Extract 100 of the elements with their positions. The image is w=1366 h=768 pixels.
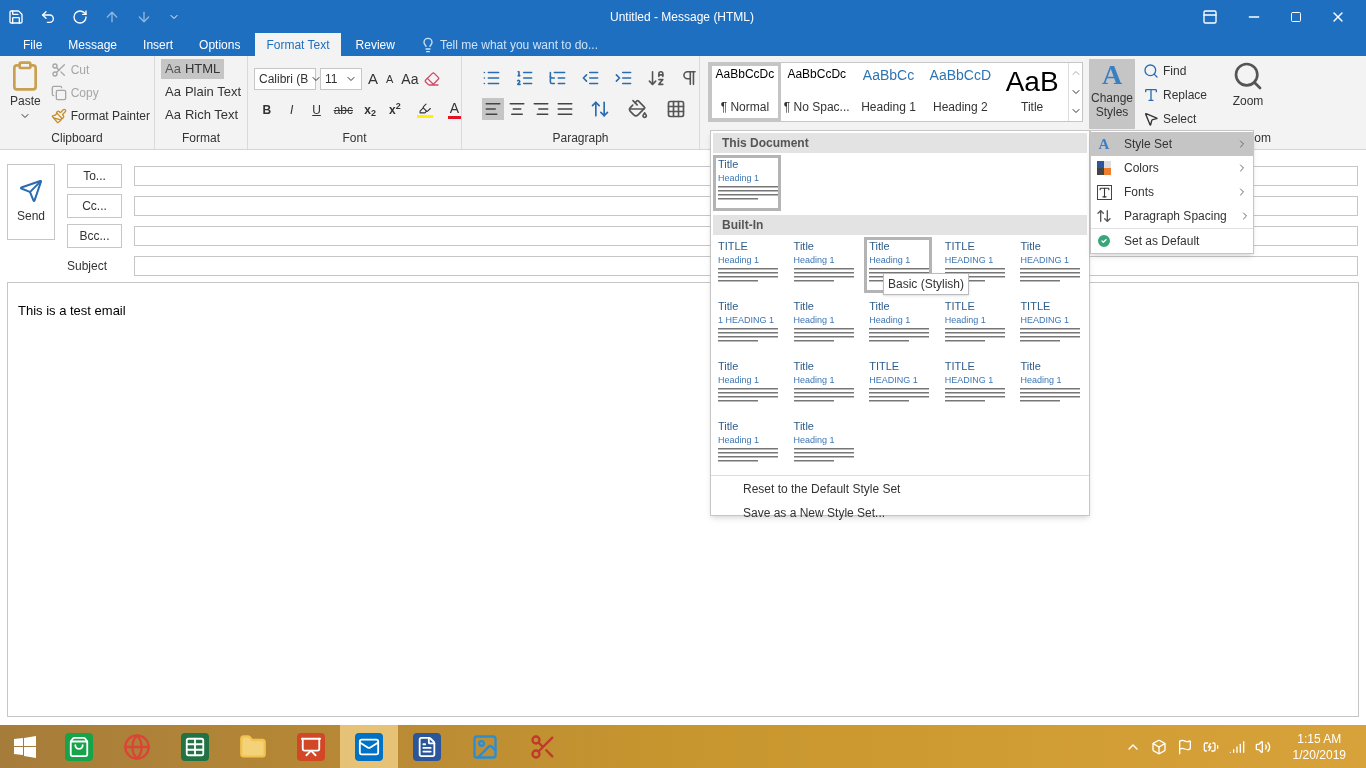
font-name-value: Calibri (B <box>259 71 309 89</box>
eraser-icon[interactable] <box>424 71 441 88</box>
group-label: Font <box>341 130 368 147</box>
thumbnail-title: Title <box>793 420 814 433</box>
style-item[interactable]: AaBbCcDc ¶ No Spac... <box>780 63 853 121</box>
flag-icon[interactable] <box>1176 738 1193 755</box>
shopping-bag-icon <box>65 732 93 761</box>
ribbon-tab[interactable]: Format Text <box>255 33 341 56</box>
style-item[interactable]: AaBbCcD Heading 2 <box>924 63 997 121</box>
font-style-button[interactable]: x$^{2}$ <box>384 100 406 119</box>
shrink-font-button[interactable]: A <box>384 71 396 88</box>
volume-icon[interactable] <box>1254 738 1271 755</box>
save-icon[interactable] <box>8 8 24 25</box>
recipient-button[interactable]: Bcc... <box>67 224 122 248</box>
thumbnail-heading: Heading 1 <box>869 315 911 326</box>
style-set-thumbnail[interactable]: TITLE HEADING 1 <box>939 357 1008 413</box>
start-icon[interactable] <box>14 735 36 758</box>
font-style-button[interactable]: I <box>280 100 303 119</box>
style-preview: AaB <box>1005 68 1059 96</box>
clipboard-button[interactable]: Format Painter <box>46 106 154 126</box>
box-icon[interactable] <box>1150 738 1167 755</box>
signal-icon[interactable] <box>1228 738 1245 755</box>
ribbon-tab[interactable]: File <box>12 33 54 56</box>
ribbon-tab[interactable]: Review <box>344 33 406 56</box>
recipient-button[interactable]: To... <box>67 164 122 188</box>
maximize-icon[interactable] <box>1290 10 1302 23</box>
thumbnail-title: TITLE <box>1020 300 1051 313</box>
change-case-button[interactable]: Aa <box>399 68 421 90</box>
style-preview: AaBbCcDc <box>715 68 775 80</box>
gallery-section-heading: This Document <box>713 133 1087 153</box>
style-set-thumbnail[interactable]: Title Heading 1 <box>713 357 781 413</box>
style-item[interactable]: AaBbCc Heading 1 <box>852 63 925 121</box>
style-set-thumbnail[interactable]: Title Heading 1 <box>788 357 857 413</box>
pilcrow-icon[interactable] <box>680 68 699 88</box>
style-item[interactable]: AaB Title <box>996 63 1069 121</box>
format-option[interactable]: Aa HTML <box>161 59 225 79</box>
color-squares-icon <box>1097 161 1111 175</box>
borders-icon[interactable] <box>666 99 686 119</box>
style-set-thumbnail[interactable]: Title Heading 1 <box>713 417 781 473</box>
thumbnail-title: Title <box>793 240 814 253</box>
align-icon[interactable] <box>482 98 504 120</box>
thumbnail-title: Title <box>718 420 739 433</box>
undo-icon[interactable] <box>40 8 56 25</box>
tell-me-field[interactable]: Tell me what you want to do... <box>439 35 598 54</box>
font-size-field[interactable]: 11 <box>320 68 362 91</box>
thumbnail-heading: HEADING 1 <box>1020 315 1069 326</box>
gallery-command[interactable]: Save as a New Style Set... <box>743 503 1089 523</box>
thumbnail-heading: Heading 1 <box>718 173 760 184</box>
paste-button[interactable]: Paste <box>8 60 43 129</box>
sort-icon[interactable] <box>647 68 666 88</box>
font-style-button[interactable]: abc <box>330 100 357 119</box>
send-button[interactable]: Send <box>7 164 55 240</box>
shading-icon[interactable] <box>628 99 648 119</box>
style-set-thumbnail[interactable]: Title Heading 1 <box>788 417 857 473</box>
thumbnail-heading: Heading 1 <box>869 255 911 266</box>
style-set-thumbnail[interactable]: TITLE HEADING 1 <box>1015 297 1084 353</box>
style-preview: AaBbCc <box>862 68 915 82</box>
ribbon-tab[interactable]: Insert <box>132 33 185 56</box>
style-set-thumbnail[interactable]: Title Heading 1 <box>1015 357 1084 413</box>
recipient-button[interactable]: Cc... <box>67 194 122 218</box>
font-style-button[interactable]: U <box>305 100 328 119</box>
menu-item[interactable]: Set as Default <box>1091 228 1253 252</box>
thumbnail-title: TITLE <box>944 300 975 313</box>
thumbnail-heading: Heading 1 <box>793 435 835 446</box>
menu-item[interactable]: Fonts <box>1091 180 1253 204</box>
font-style-button[interactable]: x$_{2}$ <box>359 100 381 119</box>
zoom-button[interactable]: Zoom <box>1232 56 1264 110</box>
style-set-thumbnail[interactable]: Title Heading 1 <box>788 297 857 353</box>
format-option[interactable]: Aa Plain Text <box>161 82 246 102</box>
editing-button[interactable]: Find <box>1143 60 1225 82</box>
thumbnail-heading: Heading 1 <box>944 315 986 326</box>
ribbon-display-icon[interactable] <box>1202 8 1218 25</box>
ribbon-tab[interactable]: Options <box>188 33 252 56</box>
editing-button[interactable]: Select <box>1143 108 1225 130</box>
font-style-button[interactable]: B <box>256 100 278 119</box>
style-set-thumbnail[interactable]: TITLE Heading 1 <box>939 297 1008 353</box>
spreadsheet-icon <box>181 732 209 761</box>
style-item[interactable]: AaBbCcDc ¶ Normal <box>709 63 781 121</box>
change-styles-button[interactable]: A Change Styles <box>1089 59 1135 129</box>
redo-icon[interactable] <box>72 8 88 25</box>
style-set-thumbnail[interactable]: Title 1 HEADING 1 <box>713 297 781 353</box>
line-spacing-icon[interactable] <box>590 99 610 119</box>
thumbnail-title: TITLE <box>944 240 975 253</box>
menu-item[interactable]: Paragraph Spacing <box>1091 204 1253 228</box>
gallery-command[interactable]: Reset to the Default Style Set <box>743 479 1089 499</box>
menu-item[interactable]: Colors <box>1091 156 1253 180</box>
editing-button[interactable]: Replace <box>1143 84 1225 106</box>
font-color-button[interactable]: A <box>447 100 462 119</box>
grow-font-button[interactable]: A <box>366 68 380 91</box>
thumbnail-heading: HEADING 1 <box>944 375 994 386</box>
format-option[interactable]: Aa Rich Text <box>161 105 243 125</box>
numbering-icon[interactable] <box>515 68 534 88</box>
taskbar-app[interactable] <box>340 725 398 768</box>
window-title: Untitled - Message (HTML) <box>610 8 755 26</box>
menu-item[interactable]: A Style Set <box>1091 132 1253 156</box>
style-set-thumbnail[interactable]: Title Heading 1 <box>864 297 933 353</box>
style-set-thumbnail[interactable]: Title Heading 1 <box>713 155 781 211</box>
ribbon-tab[interactable]: Message <box>57 33 129 56</box>
style-set-thumbnail[interactable]: TITLE HEADING 1 <box>864 357 933 413</box>
highlighter-icon[interactable] <box>416 101 433 118</box>
